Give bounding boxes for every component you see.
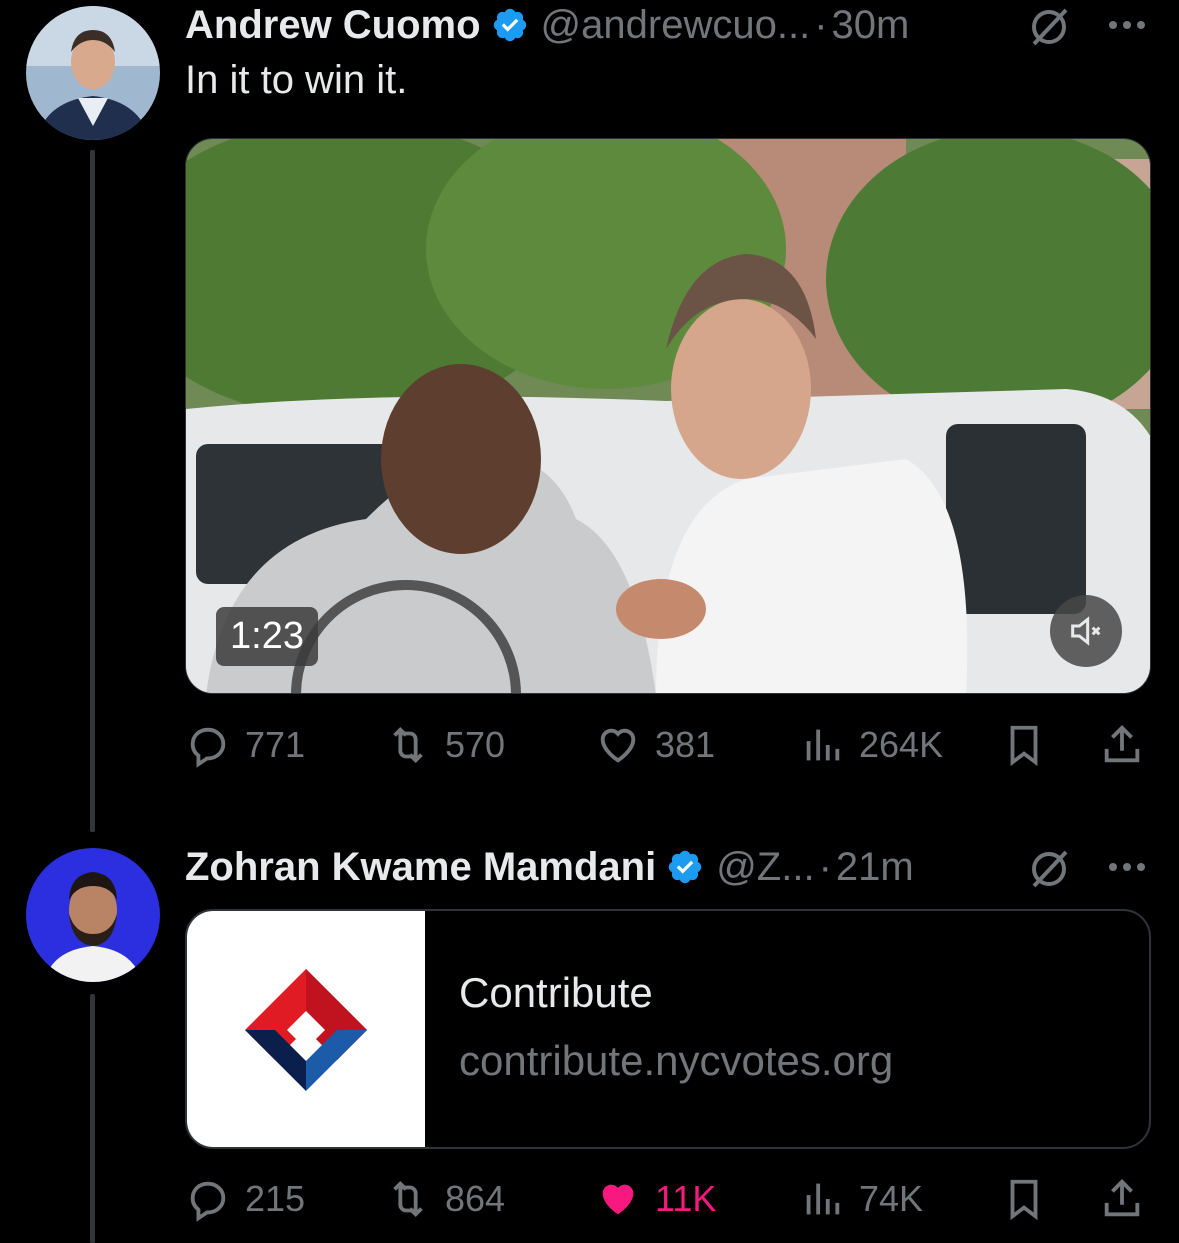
views-count: 264K: [859, 724, 944, 765]
dot-separator: ·: [818, 844, 832, 889]
grok-icon[interactable]: [1026, 4, 1072, 50]
tweet-text: In it to win it.: [185, 58, 408, 102]
repost-count: 570: [445, 724, 506, 765]
card-thumbnail: [187, 911, 425, 1147]
views-chart-icon: [806, 1183, 840, 1215]
like-count: 381: [655, 724, 716, 765]
verified-badge-icon: [493, 8, 526, 42]
repost-button[interactable]: 864: [385, 1176, 505, 1222]
verified-badge-icon: [668, 850, 702, 884]
mute-button[interactable]: [1050, 595, 1122, 667]
timestamp[interactable]: 30m: [832, 3, 910, 48]
share-icon: [1104, 725, 1140, 763]
like-button[interactable]: 11K: [595, 1176, 716, 1222]
heart-filled-icon: [602, 1184, 634, 1215]
bookmark-button[interactable]: [1001, 1176, 1061, 1222]
action-bar: 771 570 381 264K: [185, 716, 1151, 776]
tweet-header: Andrew Cuomo @andrewcuo... · 30m: [185, 0, 909, 50]
card-title: Contribute: [459, 969, 653, 1016]
reply-count: 771: [245, 724, 306, 765]
video-duration: 1:23: [216, 607, 318, 666]
bookmark-button[interactable]: [1001, 722, 1061, 768]
thread-line: [90, 994, 95, 1243]
views-chart-icon: [806, 729, 840, 761]
views-count: 74K: [859, 1178, 924, 1219]
more-options-icon[interactable]: [1104, 2, 1150, 48]
author-name[interactable]: Andrew Cuomo: [185, 3, 481, 48]
video-player[interactable]: 1:23: [185, 138, 1151, 694]
reply-button[interactable]: 215: [185, 1176, 305, 1222]
repost-button[interactable]: 570: [385, 722, 505, 768]
like-count: 11K: [655, 1178, 717, 1219]
tweet-header: Zohran Kwame Mamdani @Z... · 21m: [185, 842, 914, 892]
card-domain: contribute.nycvotes.org: [459, 1037, 894, 1084]
nycvotes-logo-icon: [245, 969, 367, 1091]
avatar-zohran-mamdani[interactable]: [26, 848, 160, 982]
author-handle[interactable]: @andrewcuo...: [541, 3, 811, 48]
repost-count: 864: [445, 1178, 506, 1219]
speaker-muted-icon: [1071, 616, 1101, 646]
reply-icon: [190, 727, 226, 768]
bookmark-icon: [1010, 1179, 1038, 1221]
action-bar: 215 864 11K 74K: [185, 1170, 1151, 1230]
video-frame: [186, 139, 1150, 693]
author-name[interactable]: Zohran Kwame Mamdani: [185, 845, 656, 890]
repost-icon: [393, 726, 423, 764]
views-button[interactable]: 264K: [799, 722, 943, 768]
share-button[interactable]: [1099, 722, 1159, 768]
avatar-andrew-cuomo[interactable]: [26, 6, 160, 140]
link-card[interactable]: Contribute contribute.nycvotes.org: [185, 909, 1151, 1149]
views-button[interactable]: 74K: [799, 1176, 923, 1222]
avatar-image: [26, 6, 160, 140]
bookmark-icon: [1010, 725, 1038, 767]
more-options-icon[interactable]: [1104, 844, 1150, 890]
author-handle[interactable]: @Z...: [716, 845, 814, 890]
dot-separator: ·: [814, 2, 828, 47]
reply-count: 215: [245, 1178, 306, 1219]
grok-icon[interactable]: [1026, 846, 1072, 892]
like-button[interactable]: 381: [595, 722, 715, 768]
share-button[interactable]: [1099, 1176, 1159, 1222]
reply-button[interactable]: 771: [185, 722, 305, 768]
timestamp[interactable]: 21m: [836, 845, 914, 890]
avatar-image: [26, 848, 160, 982]
repost-icon: [393, 1180, 423, 1218]
thread-line: [90, 150, 95, 832]
reply-icon: [190, 1181, 226, 1222]
share-icon: [1104, 1179, 1140, 1217]
heart-icon: [600, 728, 636, 763]
